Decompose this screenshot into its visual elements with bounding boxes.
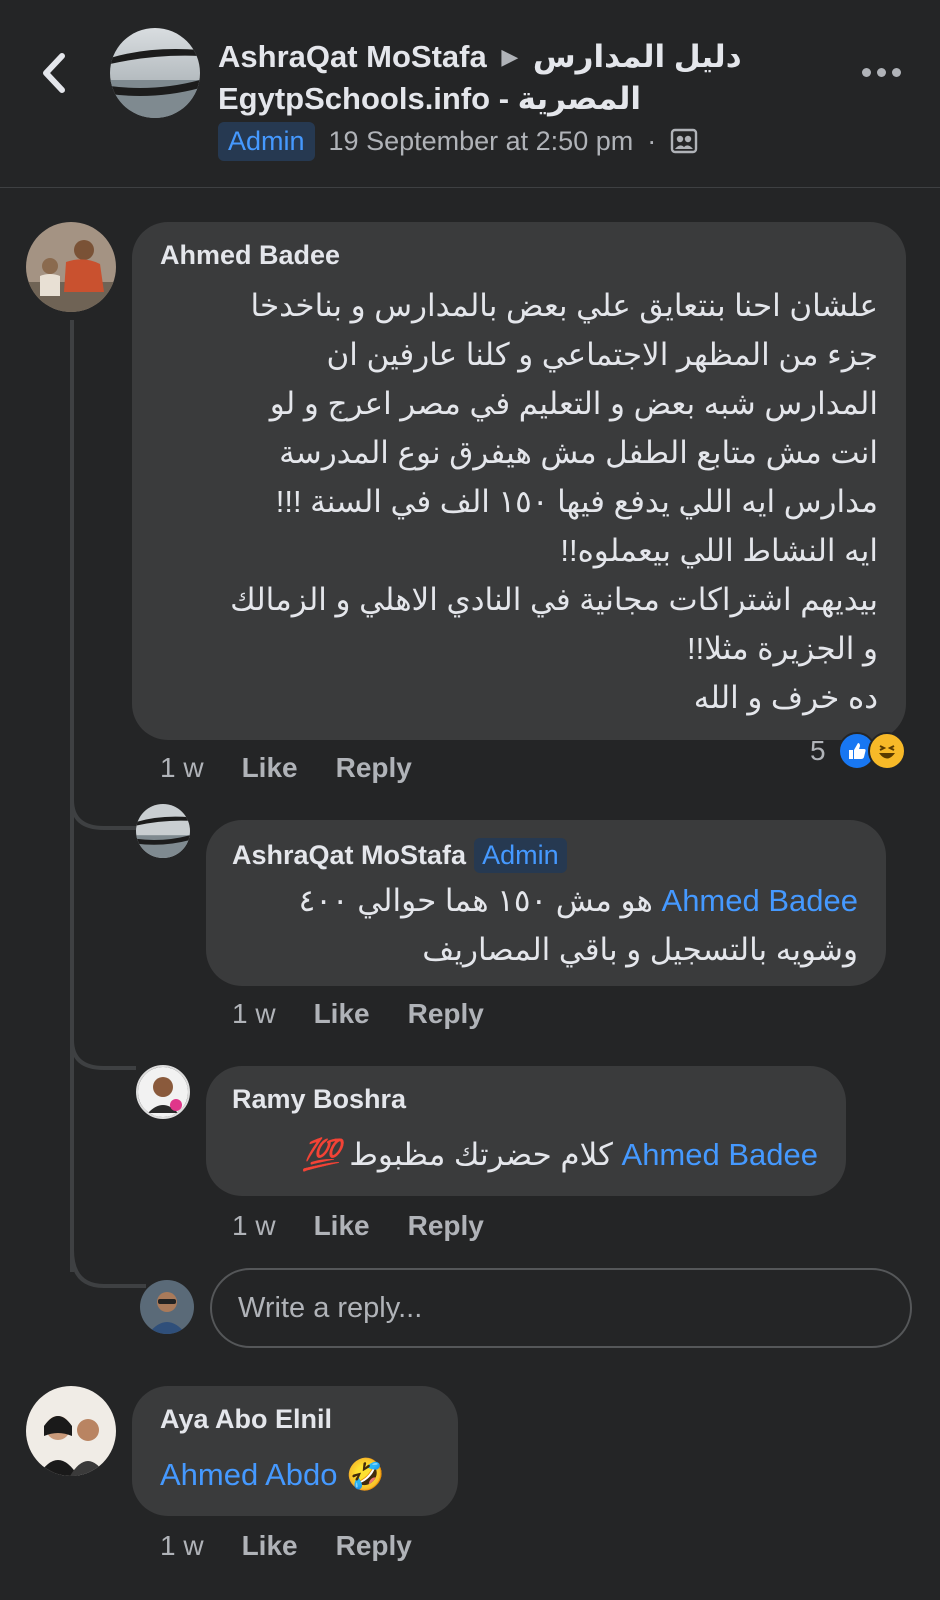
comment-line: بيديهم اشتراكات مجانية في النادي الاهلي … (230, 582, 878, 617)
comment-line: جزء من المظهر الاجتماعي و كلنا عارفين ان (326, 337, 878, 372)
reply-avatar[interactable] (136, 1065, 190, 1119)
rolling-laughing-icon: 🤣 (346, 1457, 385, 1492)
mention-link[interactable]: Ahmed Abdo (160, 1457, 338, 1492)
comment-line: و الجزيرة مثلا!! (686, 631, 878, 666)
dot-icon (892, 67, 901, 77)
comment-text: علشان احنا بنتعايق علي بعض بالمدارس و بن… (150, 281, 878, 722)
thread-branch (70, 1040, 136, 1070)
meta-separator: · (647, 125, 657, 156)
author-avatar[interactable] (110, 28, 200, 118)
more-options-button[interactable] (862, 62, 902, 82)
comment-line: المدارس شبه بعض و التعليم في مصر اعرج و … (269, 386, 878, 421)
dot-icon (877, 67, 886, 77)
reply-button[interactable]: Reply (336, 1530, 412, 1562)
comment-actions: 1 w Like Reply (160, 1530, 412, 1562)
comment-text: Ahmed Abdo 🤣 (160, 1450, 385, 1499)
post-header: AshraQat MoStafa ▶ دليل المدارس EgytpSch… (0, 0, 940, 188)
reply-text: Ahmed Badee كلام حضرتك مظبوط 💯 (220, 1130, 818, 1179)
reaction-summary[interactable]: 5 (810, 732, 906, 770)
reply-text: Ahmed Badee هو مش ١٥٠ هما حوالي ٤٠٠ وشوي… (220, 876, 858, 974)
thread-line (70, 320, 74, 1272)
mention-link[interactable]: Ahmed Badee (662, 883, 858, 918)
current-user-avatar (140, 1280, 194, 1334)
reply-author: AshraQat MoStafa Admin (232, 838, 567, 873)
like-button[interactable]: Like (314, 1210, 370, 1242)
thread-branch (70, 1250, 146, 1288)
back-button[interactable] (36, 48, 72, 98)
commenter-avatar[interactable] (26, 1386, 116, 1476)
hundred-points-icon: 💯 (302, 1137, 341, 1172)
post-timestamp[interactable]: 19 September at 2:50 pm (329, 126, 634, 157)
thread-branch (70, 800, 136, 830)
like-button[interactable]: Like (242, 752, 298, 784)
reaction-count: 5 (810, 735, 826, 766)
group-members-icon (671, 128, 698, 154)
like-button[interactable]: Like (242, 1530, 298, 1562)
reply-avatar[interactable] (136, 804, 190, 858)
reply-line: كلام حضرتك مظبوط (349, 1137, 613, 1172)
comment-line: ده خرف و الله (693, 680, 878, 715)
author-name[interactable]: AshraQat MoStafa (218, 39, 487, 74)
reply-line: هو مش ١٥٠ هما حوالي ٤٠٠ (298, 883, 653, 918)
chevron-left-icon (43, 53, 65, 93)
comment-line: علشان احنا بنتعايق علي بعض بالمدارس و بن… (250, 288, 878, 323)
group-name-line1[interactable]: دليل المدارس (533, 39, 742, 74)
comment-author[interactable]: Aya Abo Elnil (160, 1404, 332, 1435)
reply-button[interactable]: Reply (336, 752, 412, 784)
admin-badge: Admin (218, 121, 315, 161)
arrow-right-icon: ▶ (501, 44, 519, 69)
comment-line: ايه النشاط اللي بيعملوه!! (560, 533, 878, 568)
reply-author-name[interactable]: AshraQat MoStafa (232, 840, 466, 870)
reply-author[interactable]: Ramy Boshra (232, 1084, 406, 1115)
reply-time[interactable]: 1 w (232, 1210, 276, 1242)
reply-actions: 1 w Like Reply (232, 1210, 484, 1242)
mention-link[interactable]: Ahmed Badee (622, 1137, 818, 1172)
haha-icon (867, 732, 906, 770)
admin-badge: Admin (474, 838, 567, 873)
comment-line: انت مش متابع الطفل مش هيفرق نوع المدرسة (279, 435, 878, 470)
reply-time[interactable]: 1 w (232, 998, 276, 1030)
like-button[interactable]: Like (314, 998, 370, 1030)
comment-author[interactable]: Ahmed Badee (160, 240, 340, 271)
post-meta: Admin 19 September at 2:50 pm · (218, 118, 698, 164)
reply-input[interactable] (210, 1268, 912, 1348)
post-title: AshraQat MoStafa ▶ دليل المدارس EgytpSch… (218, 36, 838, 120)
comment-time[interactable]: 1 w (160, 752, 204, 784)
commenter-avatar[interactable] (26, 222, 116, 312)
comment-actions: 1 w Like Reply (160, 752, 412, 784)
reply-line: وشويه بالتسجيل و باقي المصاريف (422, 932, 858, 967)
dot-icon (862, 67, 871, 77)
reply-button[interactable]: Reply (408, 998, 484, 1030)
comment-time[interactable]: 1 w (160, 1530, 204, 1562)
group-name-line2[interactable]: EgytpSchools.info - المصرية (218, 78, 838, 120)
reply-button[interactable]: Reply (408, 1210, 484, 1242)
comment-line: مدارس ايه اللي يدفع فيها ١٥٠ الف في السن… (275, 484, 878, 519)
reply-actions: 1 w Like Reply (232, 998, 484, 1030)
